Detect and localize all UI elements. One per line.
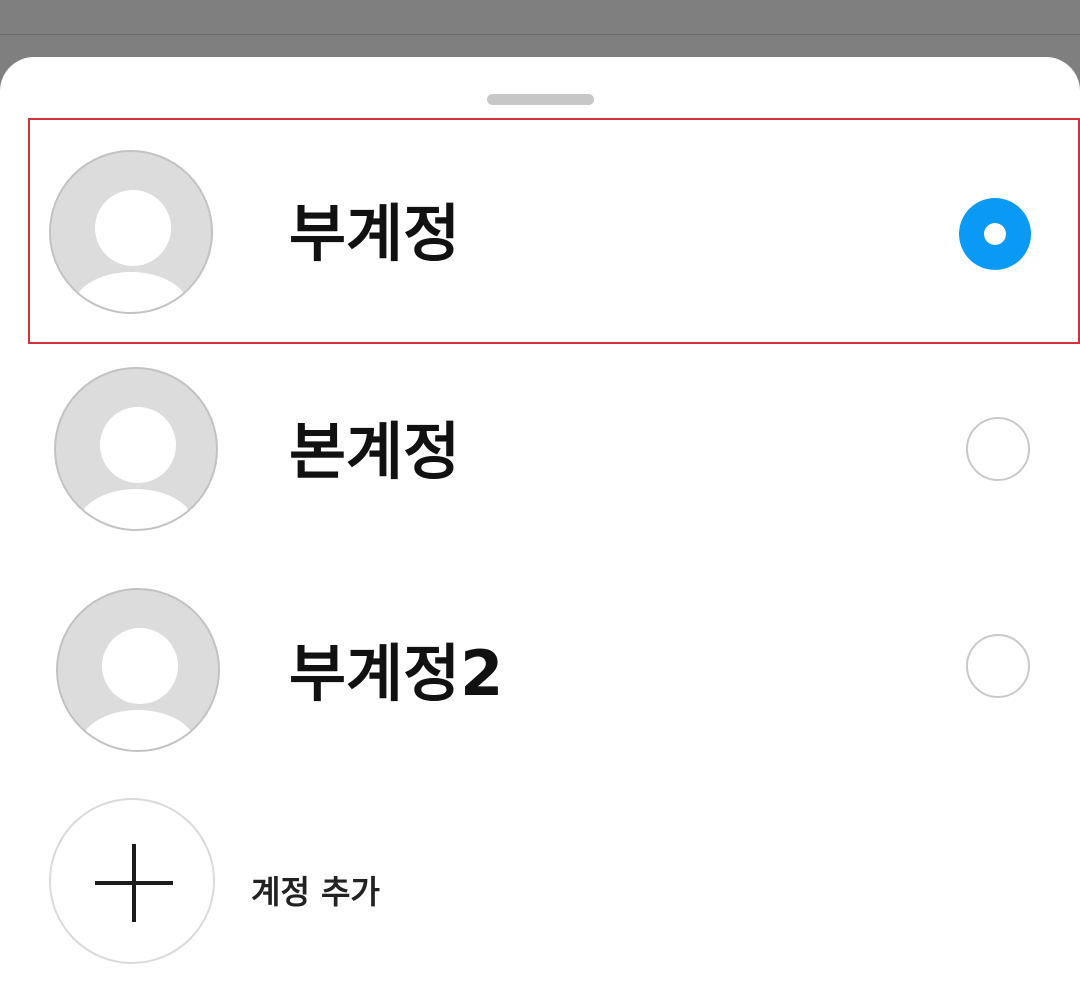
account-row-sub2[interactable]: 부계정2 bbox=[0, 567, 1080, 787]
plus-icon-vertical bbox=[132, 844, 136, 922]
avatar-head bbox=[102, 628, 178, 704]
account-name: 부계정2 bbox=[289, 637, 504, 710]
avatar-head bbox=[100, 407, 176, 483]
account-name: 본계정 bbox=[289, 415, 461, 488]
radio-unselected-icon[interactable] bbox=[966, 417, 1030, 481]
selection-highlight-box bbox=[28, 118, 1080, 344]
default-profile-icon bbox=[56, 588, 220, 752]
avatar-body bbox=[80, 710, 196, 750]
scrim-divider bbox=[0, 34, 1080, 35]
account-row-main[interactable]: 본계정 bbox=[0, 347, 1080, 567]
account-switcher-sheet: 부계정 본계정 부계정2 계정 추가 bbox=[0, 57, 1080, 984]
add-account-button[interactable] bbox=[49, 798, 215, 964]
add-account-label[interactable]: 계정 추가 bbox=[251, 867, 380, 913]
radio-unselected-icon[interactable] bbox=[966, 634, 1030, 698]
avatar-body bbox=[78, 489, 194, 529]
default-profile-icon bbox=[54, 367, 218, 531]
